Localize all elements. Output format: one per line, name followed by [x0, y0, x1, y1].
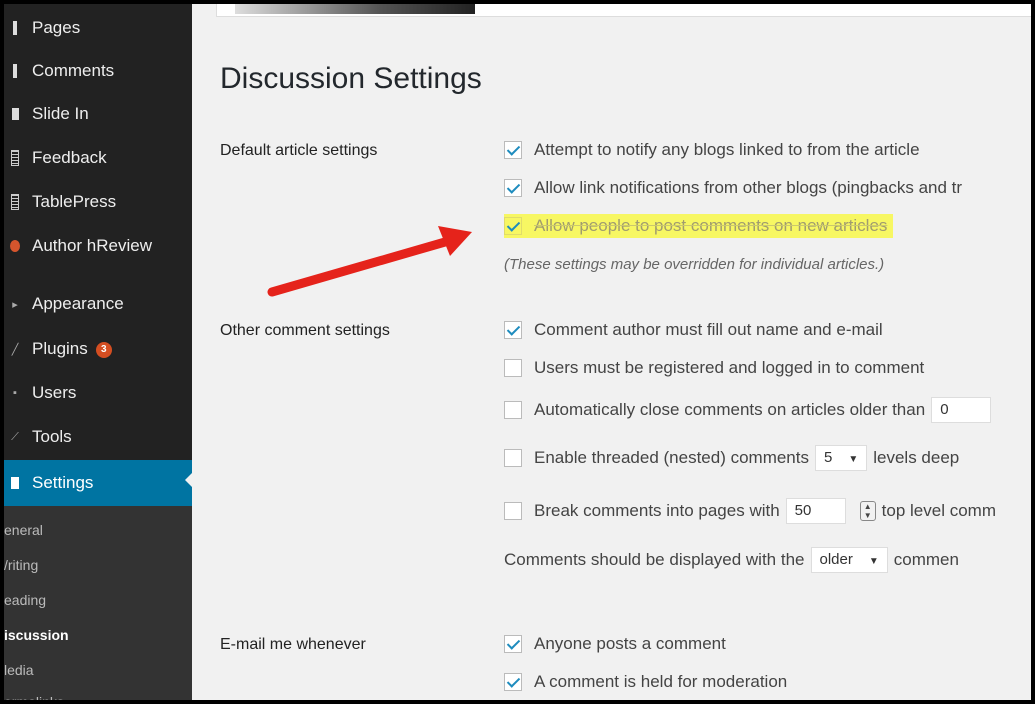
option-label: Enable threaded (nested) comments [534, 448, 809, 467]
sidebar-item-label: Settings [32, 473, 94, 492]
tools-icon: ⟋ [11, 430, 19, 443]
sidebar-item-appearance[interactable]: ▸ Appearance [4, 284, 192, 324]
sidebar-item-label: Slide In [32, 104, 89, 123]
email-on-moderation-checkbox[interactable] [504, 673, 522, 691]
option-label: Break comments into pages with [534, 501, 780, 520]
option-label: Allow link notifications from other blog… [534, 178, 963, 197]
auto-close-checkbox[interactable] [504, 401, 522, 419]
red-arrow-annotation [267, 226, 472, 297]
comment-order-select[interactable]: older ▼ [810, 547, 888, 573]
sidebar-item-label: Feedback [32, 148, 107, 167]
paged-comments-checkbox[interactable] [504, 502, 522, 520]
other-comment-settings-label: Other comment settings [220, 322, 390, 339]
allow-comments-checkbox[interactable] [504, 217, 522, 235]
allow-pingbacks-checkbox[interactable] [504, 179, 522, 197]
active-indicator-arrow [185, 472, 193, 488]
submenu-writing[interactable]: /riting [4, 557, 38, 573]
sidebar-item-label: Plugins 3 [32, 339, 112, 359]
sidebar-item-pages[interactable]: Pages [4, 8, 192, 48]
top-banner [216, 4, 1031, 17]
update-count-badge: 3 [95, 341, 112, 358]
select-value: 5 [824, 449, 833, 466]
thread-depth-select[interactable]: 5 ▼ [815, 445, 868, 471]
submenu-general[interactable]: eneral [4, 522, 43, 538]
option-notify-blogs[interactable]: Attempt to notify any blogs linked to fr… [504, 138, 920, 162]
option-label: Allow people to post comments on new art… [534, 216, 888, 235]
author-hreview-icon [10, 238, 20, 254]
submenu-discussion[interactable]: iscussion [4, 627, 69, 643]
chevron-down-icon: ▼ [848, 454, 859, 465]
sidebar-item-label: Pages [32, 18, 81, 37]
option-label: Users must be registered and logged in t… [534, 358, 925, 377]
submenu-permalinks[interactable]: ermalinks [4, 694, 64, 700]
threaded-comments-checkbox[interactable] [504, 449, 522, 467]
number-stepper-icon[interactable]: ▲ ▼ [859, 501, 876, 521]
banner-image [235, 4, 475, 14]
option-label: A comment is held for moderation [534, 672, 788, 691]
admin-sidebar: Pages Comments Slide In Feedback TablePr… [4, 4, 193, 700]
sidebar-item-tools[interactable]: ⟋ Tools [4, 417, 192, 457]
appearance-icon: ▸ [12, 298, 18, 311]
override-note: (These settings may be overridden for in… [504, 256, 885, 273]
sidebar-item-comments[interactable]: Comments [4, 51, 192, 91]
require-name-email-checkbox[interactable] [504, 321, 522, 339]
settings-submenu: eneral /riting eading iscussion ledia er… [4, 506, 192, 700]
option-suffix: levels deep [873, 448, 960, 467]
option-email-on-comment[interactable]: Anyone posts a comment [504, 632, 726, 656]
plugins-label: Plugins [32, 339, 88, 358]
submenu-media[interactable]: ledia [4, 662, 34, 678]
sidebar-item-label: Comments [32, 61, 115, 80]
submenu-reading[interactable]: eading [4, 592, 46, 608]
option-suffix: top level comm [881, 501, 996, 520]
close-days-input[interactable]: 0 [931, 397, 992, 423]
sidebar-item-plugins[interactable]: ╱ Plugins 3 [4, 329, 192, 369]
sidebar-item-settings[interactable]: Settings [4, 460, 193, 506]
arrow-shaft [267, 235, 457, 297]
email-me-whenever-label: E-mail me whenever [220, 636, 366, 653]
option-label: Automatically close comments on articles… [534, 400, 926, 419]
sidebar-item-author-hreview[interactable]: Author hReview [4, 226, 192, 266]
comments-per-page-input[interactable]: 50 [785, 498, 846, 524]
option-require-name-email[interactable]: Comment author must fill out name and e-… [504, 318, 883, 342]
option-email-on-moderation[interactable]: A comment is held for moderation [504, 670, 787, 694]
require-registration-checkbox[interactable] [504, 359, 522, 377]
slide-in-icon [10, 106, 20, 122]
select-value: older [819, 551, 853, 568]
option-paged-comments[interactable]: Break comments into pages with 50 ▲ ▼ top… [504, 498, 996, 524]
pages-icon [10, 20, 20, 36]
sidebar-item-feedback[interactable]: Feedback [4, 138, 192, 178]
users-icon: ▪ [13, 387, 17, 399]
sidebar-item-label: Users [32, 383, 77, 402]
feedback-icon [10, 150, 20, 166]
plugins-icon: ╱ [11, 343, 19, 356]
option-allow-pingbacks[interactable]: Allow link notifications from other blog… [504, 176, 962, 200]
option-label: Attempt to notify any blogs linked to fr… [534, 140, 920, 159]
option-allow-comments[interactable]: Allow people to post comments on new art… [504, 214, 894, 238]
sidebar-item-label: TablePress [32, 192, 117, 211]
page-title: Discussion Settings [220, 62, 482, 95]
notify-blogs-checkbox[interactable] [504, 141, 522, 159]
chevron-down-icon: ▼ [868, 556, 879, 567]
sidebar-item-users[interactable]: ▪ Users [4, 373, 192, 413]
option-display-order: Comments should be displayed with the ol… [504, 547, 959, 573]
display-order-suffix: commen [893, 550, 959, 569]
sidebar-item-label: Appearance [32, 294, 124, 313]
comments-icon [10, 63, 20, 79]
option-label: Anyone posts a comment [534, 634, 726, 653]
screenshot-frame: Pages Comments Slide In Feedback TablePr… [4, 4, 1031, 700]
tablepress-icon [10, 194, 20, 210]
sidebar-item-slide-in[interactable]: Slide In [4, 94, 192, 134]
option-label: Comment author must fill out name and e-… [534, 320, 883, 339]
sidebar-item-tablepress[interactable]: TablePress [4, 182, 192, 222]
option-auto-close[interactable]: Automatically close comments on articles… [504, 397, 997, 423]
sidebar-item-label: Tools [32, 427, 72, 446]
option-threaded-comments[interactable]: Enable threaded (nested) comments 5 ▼ lev… [504, 445, 960, 471]
email-on-comment-checkbox[interactable] [504, 635, 522, 653]
option-require-registration[interactable]: Users must be registered and logged in t… [504, 356, 924, 380]
sidebar-item-label: Author hReview [32, 236, 153, 255]
display-order-prefix: Comments should be displayed with the [504, 550, 805, 569]
default-article-settings-label: Default article settings [220, 142, 378, 159]
settings-icon [10, 475, 20, 491]
